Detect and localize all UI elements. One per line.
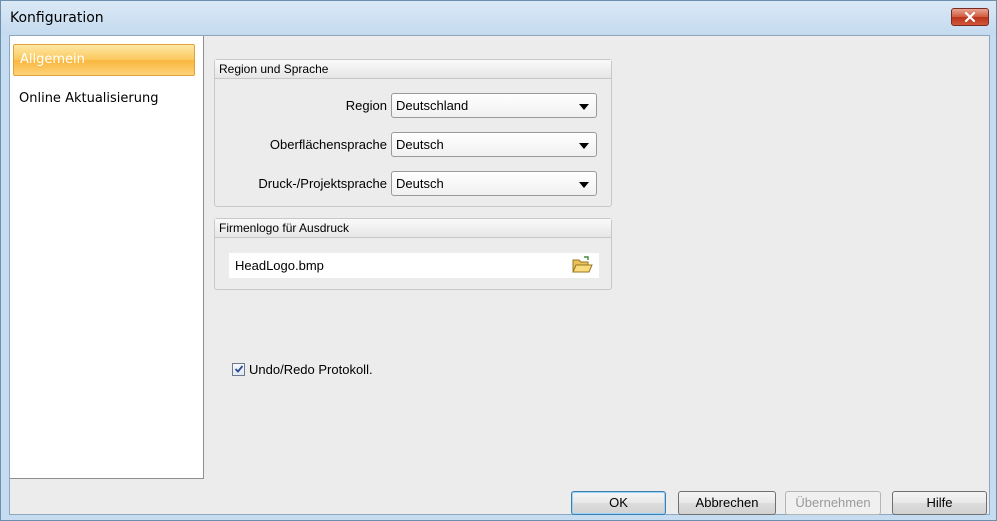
region-select[interactable]: Deutschland bbox=[391, 93, 597, 118]
region-label: Region bbox=[345, 98, 387, 113]
button-bar: OK Abbrechen Übernehmen Hilfe bbox=[10, 479, 989, 515]
ui-language-select[interactable]: Deutsch bbox=[391, 132, 597, 157]
company-logo-group: Firmenlogo für Ausdruck HeadLogo.bmp bbox=[214, 218, 612, 290]
chevron-down-icon bbox=[579, 104, 589, 110]
config-dialog: Konfiguration Allgemein Online Aktualisi… bbox=[0, 0, 997, 521]
chevron-down-icon bbox=[579, 143, 589, 149]
sidebar-item-allgemein[interactable]: Allgemein bbox=[13, 44, 195, 76]
ok-button[interactable]: OK bbox=[571, 491, 666, 515]
checkmark-icon bbox=[234, 365, 243, 373]
group-header: Region und Sprache bbox=[215, 60, 611, 79]
help-button[interactable]: Hilfe bbox=[892, 491, 987, 515]
sidebar-item-label: Online Aktualisierung bbox=[19, 91, 159, 106]
region-value: Deutschland bbox=[396, 98, 469, 113]
undo-redo-checkbox[interactable] bbox=[232, 362, 245, 376]
region-language-group: Region und Sprache Region Deutschland Ob… bbox=[214, 59, 612, 207]
ui-language-label: Oberflächensprache bbox=[269, 137, 387, 152]
close-button[interactable] bbox=[951, 8, 989, 26]
settings-panel: Region und Sprache Region Deutschland Ob… bbox=[206, 36, 989, 477]
undo-redo-label: Undo/Redo Protokoll. bbox=[249, 361, 373, 377]
sidebar-item-label: Allgemein bbox=[20, 52, 85, 67]
print-language-select[interactable]: Deutsch bbox=[391, 171, 597, 196]
ui-language-value: Deutsch bbox=[396, 137, 444, 152]
category-sidebar: Allgemein Online Aktualisierung bbox=[10, 36, 204, 479]
group-header: Firmenlogo für Ausdruck bbox=[215, 219, 611, 238]
chevron-down-icon bbox=[579, 182, 589, 188]
window-title: Konfiguration bbox=[10, 10, 104, 26]
print-language-label: Druck-/Projektsprache bbox=[258, 176, 387, 191]
apply-button[interactable]: Übernehmen bbox=[785, 491, 881, 515]
logo-file-value: HeadLogo.bmp bbox=[235, 258, 324, 273]
logo-file-field[interactable]: HeadLogo.bmp bbox=[229, 253, 599, 278]
print-language-value: Deutsch bbox=[396, 176, 444, 191]
cancel-button[interactable]: Abbrechen bbox=[678, 491, 776, 515]
sidebar-item-online-aktualisierung[interactable]: Online Aktualisierung bbox=[13, 84, 195, 116]
title-bar[interactable]: Konfiguration bbox=[1, 1, 996, 35]
close-icon bbox=[964, 12, 976, 22]
dialog-client: Allgemein Online Aktualisierung Region u… bbox=[9, 35, 990, 515]
undo-redo-option[interactable]: Undo/Redo Protokoll. bbox=[232, 361, 373, 377]
folder-open-icon[interactable] bbox=[571, 255, 593, 275]
